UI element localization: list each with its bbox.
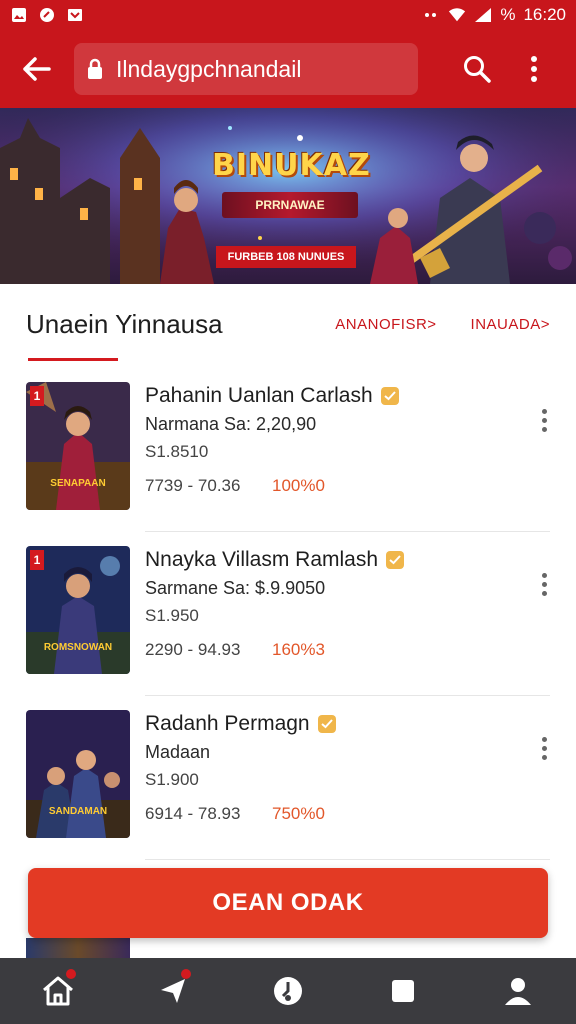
- game-range: 6914 - 78.93: [145, 804, 241, 823]
- image-notification-icon: [10, 6, 28, 24]
- item-more-button[interactable]: [532, 732, 556, 764]
- tab-active-indicator: [28, 358, 118, 361]
- dot-icon: [541, 572, 547, 578]
- game-range: 7739 - 70.36: [145, 476, 241, 495]
- thumbnail-label: SANDAMAN: [48, 806, 108, 817]
- game-title: Radanh Permagn: [145, 712, 336, 736]
- dot-icon: [541, 590, 547, 596]
- game-percent: 100%0: [272, 476, 325, 495]
- overflow-menu-button[interactable]: [508, 30, 560, 108]
- vertical-dots-icon: [531, 56, 537, 82]
- banner-subtitle: PRRNAWAE: [222, 192, 358, 218]
- game-list: 1 SENAPAAN Pahanin Uanlan Carlash Narman…: [0, 368, 576, 860]
- game-subtitle: Sarmane Sa: $.9.9050: [145, 578, 326, 598]
- url-bar[interactable]: Ilndaygpchnandail: [74, 43, 418, 95]
- verified-icon: [386, 551, 405, 569]
- next-item-thumbnail-peek: [26, 938, 130, 958]
- search-icon: [464, 56, 491, 83]
- game-thumbnail: 1 SENAPAAN: [26, 382, 130, 510]
- dot-icon: [541, 736, 547, 742]
- primary-action-button[interactable]: OEAN ODAK: [28, 868, 548, 938]
- inbox-notification-icon: [66, 6, 84, 24]
- nav-profile[interactable]: [488, 961, 548, 1021]
- game-title-text: Radanh Permagn: [145, 712, 310, 735]
- item-more-button[interactable]: [532, 404, 556, 436]
- back-button[interactable]: [0, 30, 74, 108]
- nav-explore[interactable]: [258, 961, 318, 1021]
- divider: [145, 859, 550, 860]
- tab-link-1[interactable]: ANANOFISR>: [335, 316, 436, 333]
- dot-icon: [541, 417, 547, 423]
- dot-icon: [541, 581, 547, 587]
- lock-icon: [86, 58, 108, 80]
- list-item[interactable]: SANDAMAN Radanh Permagn Madaan S1.900 69…: [0, 696, 576, 860]
- list-item[interactable]: 1 SENAPAAN Pahanin Uanlan Carlash Narman…: [0, 368, 576, 532]
- profile-icon: [505, 978, 532, 1005]
- game-title: Pahanin Uanlan Carlash: [145, 384, 399, 408]
- url-text: Ilndaygpchnandail: [116, 55, 302, 82]
- game-thumbnail: SANDAMAN: [26, 710, 130, 838]
- dot-icon: [541, 745, 547, 751]
- list-item[interactable]: 1 ROMSNOWAN Nnayka Villasm Ramlash Sarma…: [0, 532, 576, 696]
- section-tabs: Unaein Yinnausa ANANOFISR> INAUADA>: [0, 284, 576, 364]
- wifi-icon: [448, 6, 466, 24]
- game-thumbnail: 1 ROMSNOWAN: [26, 546, 130, 674]
- game-title: Nnayka Villasm Ramlash: [145, 548, 405, 572]
- thumbnail-label: SENAPAAN: [50, 478, 106, 489]
- notification-dot: [180, 969, 191, 979]
- game-price: S1.900: [145, 770, 199, 789]
- signal-icon: [474, 6, 492, 24]
- game-subtitle: Narmana Sa: 2,20,90: [145, 414, 317, 434]
- more-dots-icon: [422, 6, 440, 24]
- game-price: S1.8510: [145, 442, 209, 461]
- bottom-navigation: [0, 958, 576, 1024]
- promo-banner[interactable]: BINUKAZ PRRNAWAE FURBEB 108 NUNUES: [0, 108, 576, 284]
- tab-link-2[interactable]: INAUADA>: [471, 316, 550, 333]
- square-icon: [392, 980, 415, 1002]
- verified-icon: [317, 715, 336, 733]
- game-price: S1.950: [145, 606, 199, 625]
- nav-send[interactable]: [143, 961, 203, 1021]
- status-time: 16:20: [523, 5, 566, 24]
- rank-flag: 1: [30, 386, 44, 406]
- notification-dot: [65, 969, 76, 979]
- banner-title: BINUKAZ: [212, 148, 371, 183]
- status-bar: % 16:20: [0, 0, 576, 30]
- dot-icon: [541, 408, 547, 414]
- dot-icon: [541, 754, 547, 760]
- home-icon: [42, 976, 73, 1006]
- tab-active-label[interactable]: Unaein Yinnausa: [26, 309, 223, 340]
- battery-percent: %: [500, 5, 516, 24]
- verified-icon: [380, 387, 399, 405]
- link-notification-icon: [38, 6, 56, 24]
- globe-icon: [273, 977, 302, 1005]
- game-percent: 750%0: [272, 804, 325, 823]
- rank-flag: 1: [30, 550, 44, 570]
- thumbnail-label: ROMSNOWAN: [43, 642, 113, 653]
- nav-home[interactable]: [28, 961, 88, 1021]
- search-button[interactable]: [446, 30, 508, 108]
- game-subtitle: Madaan: [145, 742, 211, 762]
- item-more-button[interactable]: [532, 568, 556, 600]
- dot-icon: [541, 426, 547, 432]
- top-toolbar: Ilndaygpchnandail: [0, 30, 576, 108]
- nav-library[interactable]: [373, 961, 433, 1021]
- game-title-text: Nnayka Villasm Ramlash: [145, 548, 379, 571]
- back-arrow-icon: [23, 57, 51, 81]
- banner-ribbon: FURBEB 108 NUNUES: [216, 246, 356, 268]
- game-percent: 160%3: [272, 640, 325, 659]
- send-icon: [160, 979, 185, 1003]
- game-range: 2290 - 94.93: [145, 640, 241, 659]
- game-title-text: Pahanin Uanlan Carlash: [145, 384, 373, 407]
